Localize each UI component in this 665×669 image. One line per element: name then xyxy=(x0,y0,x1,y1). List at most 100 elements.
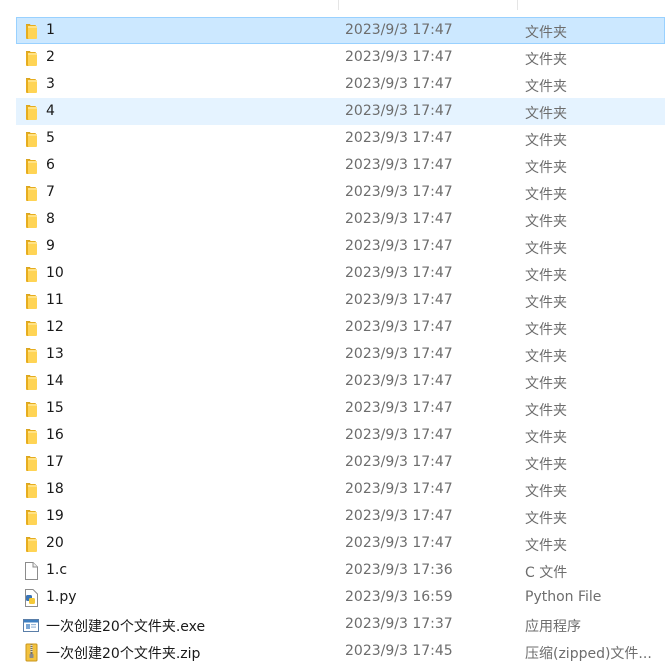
file-type: 文件夹 xyxy=(525,133,567,149)
file-row-15[interactable]: 15 2023/9/3 17:47 文件夹 xyxy=(16,395,665,422)
file-name: 10 xyxy=(46,265,64,281)
file-name: 13 xyxy=(46,346,64,362)
file-row-1-c[interactable]: 1.c 2023/9/3 17:36 C 文件 xyxy=(16,557,665,584)
file-name: 1.c xyxy=(46,562,68,578)
folder-icon xyxy=(22,291,40,311)
file-modified-date: 2023/9/3 17:47 xyxy=(345,157,453,173)
file-type: 文件夹 xyxy=(525,52,567,68)
file-name: 9 xyxy=(46,238,55,254)
file-row-20[interactable]: 20 2023/9/3 17:47 文件夹 xyxy=(16,530,665,557)
file-row-12[interactable]: 12 2023/9/3 17:47 文件夹 xyxy=(16,314,665,341)
file-row-10[interactable]: 10 2023/9/3 17:47 文件夹 xyxy=(16,260,665,287)
file-row-3[interactable]: 3 2023/9/3 17:47 文件夹 xyxy=(16,71,665,98)
file-type: 文件夹 xyxy=(525,322,567,338)
folder-icon xyxy=(22,156,40,176)
file-type: 文件夹 xyxy=(525,511,567,527)
folder-icon xyxy=(22,75,40,95)
folder-icon xyxy=(22,183,40,203)
file-type: 文件夹 xyxy=(525,538,567,554)
file-modified-date: 2023/9/3 17:47 xyxy=(345,454,453,470)
file-name: 8 xyxy=(46,211,55,227)
file-type: C 文件 xyxy=(525,565,568,581)
file-type: 应用程序 xyxy=(525,619,581,635)
file-name: 一次创建20个文件夹.zip xyxy=(46,646,201,662)
file-name: 一次创建20个文件夹.exe xyxy=(46,619,206,635)
file-name: 18 xyxy=(46,481,64,497)
file-type: 文件夹 xyxy=(525,79,567,95)
file-row-5[interactable]: 5 2023/9/3 17:47 文件夹 xyxy=(16,125,665,152)
file-name: 7 xyxy=(46,184,55,200)
folder-icon xyxy=(22,210,40,230)
file-name: 1.py xyxy=(46,589,77,605)
file-type: 文件夹 xyxy=(525,484,567,500)
file-type: 文件夹 xyxy=(525,25,567,41)
file-row-13[interactable]: 13 2023/9/3 17:47 文件夹 xyxy=(16,341,665,368)
file-row-6[interactable]: 6 2023/9/3 17:47 文件夹 xyxy=(16,152,665,179)
folder-icon xyxy=(22,507,40,527)
file-row-exe[interactable]: 一次创建20个文件夹.exe 2023/9/3 17:37 应用程序 xyxy=(16,611,665,638)
zip-file-icon xyxy=(22,642,40,662)
c-file-icon xyxy=(22,561,40,581)
file-modified-date: 2023/9/3 17:47 xyxy=(345,508,453,524)
file-row-18[interactable]: 18 2023/9/3 17:47 文件夹 xyxy=(16,476,665,503)
exe-file-icon xyxy=(22,615,40,635)
folder-icon xyxy=(22,534,40,554)
file-modified-date: 2023/9/3 17:47 xyxy=(345,238,453,254)
file-name: 12 xyxy=(46,319,64,335)
file-type: 文件夹 xyxy=(525,403,567,419)
file-modified-date: 2023/9/3 17:47 xyxy=(345,481,453,497)
file-row-9[interactable]: 9 2023/9/3 17:47 文件夹 xyxy=(16,233,665,260)
file-row-16[interactable]: 16 2023/9/3 17:47 文件夹 xyxy=(16,422,665,449)
file-modified-date: 2023/9/3 17:47 xyxy=(345,103,453,119)
file-name: 20 xyxy=(46,535,64,551)
file-modified-date: 2023/9/3 17:47 xyxy=(345,319,453,335)
file-modified-date: 2023/9/3 17:47 xyxy=(345,184,453,200)
file-row-7[interactable]: 7 2023/9/3 17:47 文件夹 xyxy=(16,179,665,206)
file-name: 17 xyxy=(46,454,64,470)
file-row-8[interactable]: 8 2023/9/3 17:47 文件夹 xyxy=(16,206,665,233)
file-modified-date: 2023/9/3 17:47 xyxy=(345,211,453,227)
column-divider-date[interactable] xyxy=(338,0,339,10)
file-modified-date: 2023/9/3 17:47 xyxy=(345,535,453,551)
folder-icon xyxy=(22,264,40,284)
file-modified-date: 2023/9/3 17:45 xyxy=(345,643,453,659)
file-modified-date: 2023/9/3 17:47 xyxy=(345,427,453,443)
file-row-11[interactable]: 11 2023/9/3 17:47 文件夹 xyxy=(16,287,665,314)
file-modified-date: 2023/9/3 16:59 xyxy=(345,589,453,605)
file-row-1-py[interactable]: 1.py 2023/9/3 16:59 Python File xyxy=(16,584,665,611)
folder-icon xyxy=(22,102,40,122)
file-row-2[interactable]: 2 2023/9/3 17:47 文件夹 xyxy=(16,44,665,71)
file-name: 1 xyxy=(46,22,55,38)
file-modified-date: 2023/9/3 17:47 xyxy=(345,22,453,38)
file-modified-date: 2023/9/3 17:47 xyxy=(345,373,453,389)
folder-icon xyxy=(22,48,40,68)
folder-icon xyxy=(22,480,40,500)
file-type: 文件夹 xyxy=(525,430,567,446)
python-file-icon xyxy=(22,588,40,608)
file-type: 文件夹 xyxy=(525,214,567,230)
file-row-14[interactable]: 14 2023/9/3 17:47 文件夹 xyxy=(16,368,665,395)
file-name: 11 xyxy=(46,292,64,308)
folder-icon xyxy=(22,237,40,257)
file-type: 文件夹 xyxy=(525,187,567,203)
file-modified-date: 2023/9/3 17:47 xyxy=(345,49,453,65)
file-row-1[interactable]: 1 2023/9/3 17:47 文件夹 xyxy=(16,17,665,44)
folder-icon xyxy=(22,345,40,365)
file-type: 压缩(zipped)文件... xyxy=(525,646,652,662)
file-type: 文件夹 xyxy=(525,160,567,176)
file-type: Python File xyxy=(525,589,602,605)
column-divider-type[interactable] xyxy=(517,0,518,10)
file-type: 文件夹 xyxy=(525,268,567,284)
file-name: 2 xyxy=(46,49,55,65)
folder-icon xyxy=(22,399,40,419)
file-name: 19 xyxy=(46,508,64,524)
file-modified-date: 2023/9/3 17:47 xyxy=(345,130,453,146)
file-type: 文件夹 xyxy=(525,376,567,392)
file-row-4[interactable]: 4 2023/9/3 17:47 文件夹 xyxy=(16,98,665,125)
folder-icon xyxy=(22,129,40,149)
file-row-zip[interactable]: 一次创建20个文件夹.zip 2023/9/3 17:45 压缩(zipped)… xyxy=(16,638,665,665)
file-row-17[interactable]: 17 2023/9/3 17:47 文件夹 xyxy=(16,449,665,476)
file-row-19[interactable]: 19 2023/9/3 17:47 文件夹 xyxy=(16,503,665,530)
file-type: 文件夹 xyxy=(525,295,567,311)
file-name: 3 xyxy=(46,76,55,92)
